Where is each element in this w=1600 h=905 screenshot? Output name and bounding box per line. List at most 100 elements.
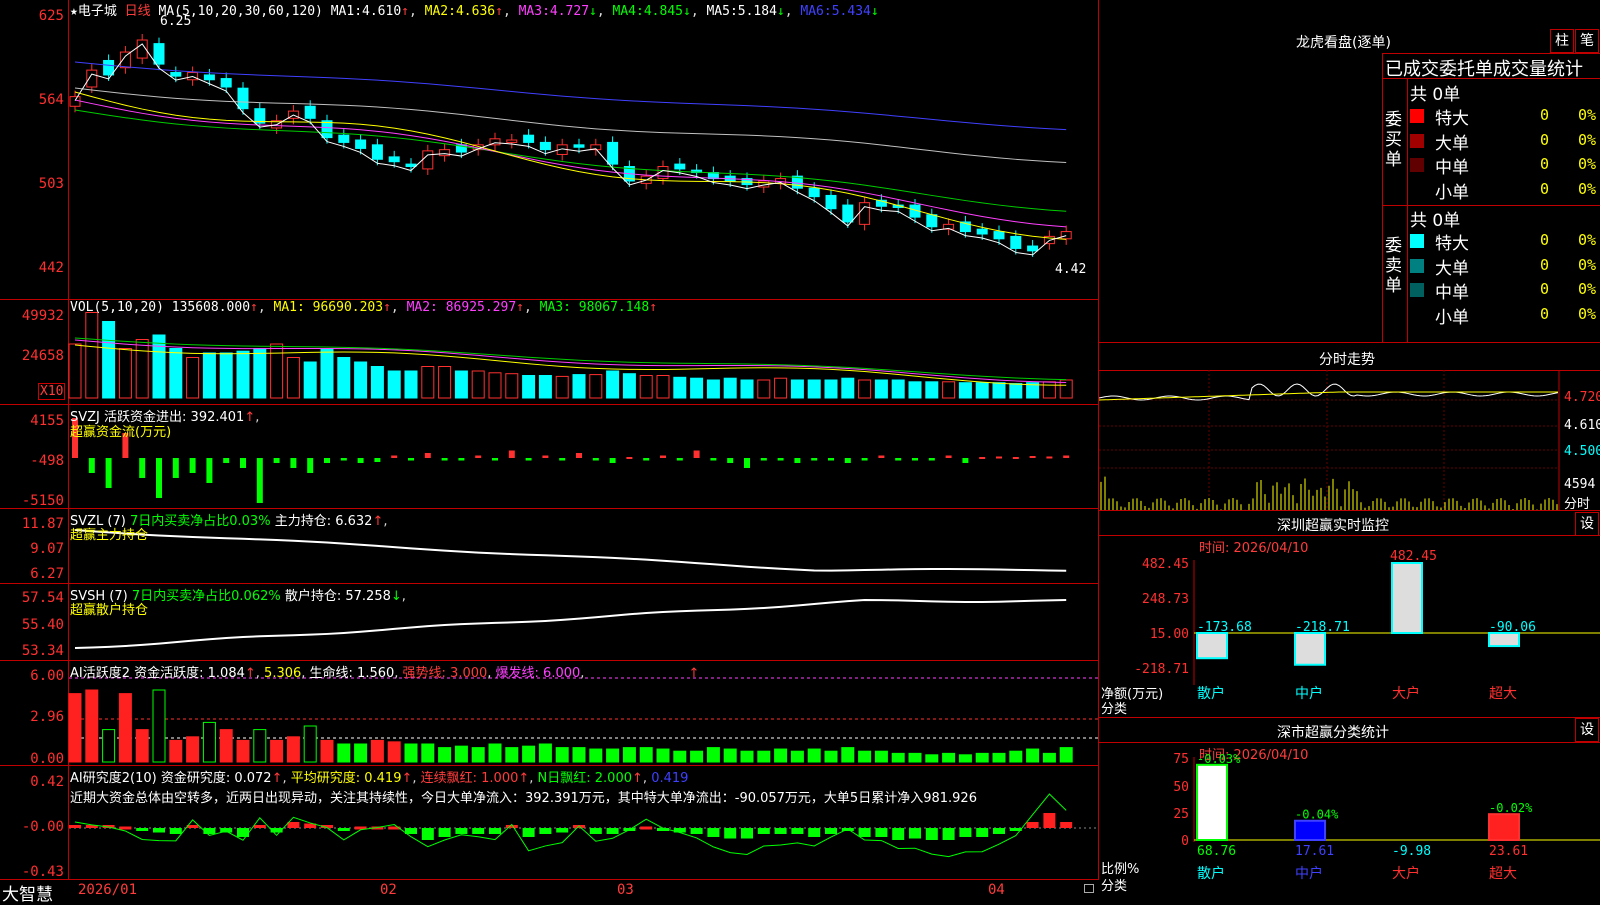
ma6-label: MA6: bbox=[800, 4, 832, 19]
svzj-bar bbox=[744, 458, 750, 468]
high-price-label: 6.25 bbox=[160, 14, 192, 29]
volume-bar bbox=[370, 366, 384, 399]
volume-bar bbox=[723, 377, 737, 399]
ai2-bar bbox=[606, 748, 620, 763]
ma1-arrow: ↑ bbox=[401, 4, 409, 19]
research-bar bbox=[337, 828, 350, 831]
candle-body bbox=[153, 43, 165, 65]
research-extra: 0.419 bbox=[651, 771, 689, 786]
classify-chart[interactable]: 75 50 25 0 -0.03% 68.76 散户 -0.04% 17.61 中户 -9.98 大户… bbox=[1099, 742, 1600, 900]
svzj-bar bbox=[508, 450, 515, 458]
candle-body bbox=[69, 96, 81, 107]
svzj-bar bbox=[105, 458, 112, 488]
monitor-bar bbox=[1391, 562, 1423, 634]
intraday-chart[interactable] bbox=[1099, 370, 1600, 510]
ai2-bar bbox=[522, 745, 536, 763]
ai2-bar bbox=[202, 721, 216, 763]
ai2-bar bbox=[102, 729, 116, 763]
ai2-bar bbox=[639, 747, 653, 763]
ai2-strong: 强势线: 3.000 bbox=[402, 666, 488, 681]
chart-area[interactable]: ★电子城 日线 MA(5,10,20,30,60,120) MA1:4.610↑… bbox=[0, 0, 1100, 905]
volume-bar bbox=[186, 357, 200, 399]
monitor-bar-value: -173.68 bbox=[1197, 620, 1252, 635]
row-count: 0 bbox=[1540, 179, 1550, 198]
ma5-arrow: ↓ bbox=[776, 4, 785, 19]
svzj-sub: 超赢资金流(万元) bbox=[70, 425, 172, 440]
candle-body bbox=[976, 228, 988, 235]
svzj-bar bbox=[710, 458, 717, 461]
kline-chart[interactable] bbox=[0, 0, 1099, 880]
candle-body bbox=[103, 59, 115, 76]
svzj-bar bbox=[693, 450, 700, 458]
row-name: 中单 bbox=[1435, 283, 1469, 303]
classify-bar bbox=[1294, 819, 1326, 841]
research-bar bbox=[472, 828, 485, 834]
svzj-bar bbox=[576, 453, 582, 458]
candle-body bbox=[355, 139, 367, 149]
monitor-settings-button[interactable]: 设 bbox=[1575, 512, 1599, 536]
ai2-bar bbox=[1059, 747, 1073, 763]
svzj-bar bbox=[223, 458, 230, 463]
color-swatch bbox=[1410, 109, 1424, 123]
candle-body bbox=[371, 144, 383, 160]
research-value: 资金研究度: 0.072 bbox=[160, 771, 272, 786]
monitor-ytick: 482.45 bbox=[1142, 557, 1189, 572]
research-bar bbox=[1026, 822, 1039, 828]
research-bar bbox=[774, 828, 787, 834]
ai2-lifeline: 生命线: 1.560 bbox=[309, 666, 395, 681]
ai2-bar bbox=[774, 748, 788, 763]
buy-row: 特大 0 0% bbox=[1410, 104, 1600, 129]
sell-row: 大单 0 0% bbox=[1410, 254, 1600, 279]
ai2-bar bbox=[152, 689, 166, 763]
svzj-bar bbox=[727, 458, 734, 463]
ai2-bar bbox=[975, 752, 989, 763]
row-pct: 0% bbox=[1578, 130, 1597, 149]
candle-body bbox=[808, 187, 820, 198]
row-count: 0 bbox=[1540, 155, 1550, 173]
ai2-bar bbox=[807, 748, 821, 763]
svzj-bar bbox=[206, 458, 213, 483]
volume-bar bbox=[320, 348, 334, 399]
research-bar bbox=[455, 828, 468, 834]
svzj-bar bbox=[878, 455, 885, 458]
monitor-chart[interactable]: 482.45 248.73 15.00 -218.71 -173.68 散户 -218.71… bbox=[1099, 535, 1600, 717]
ma2-value: 4.636 bbox=[455, 4, 496, 19]
ma1-value: 4.610 bbox=[362, 4, 402, 19]
period-label[interactable]: 日线 bbox=[125, 4, 151, 19]
volume-bar bbox=[975, 382, 989, 399]
svzj-ytick: 4155 bbox=[30, 413, 64, 429]
ai2-bar bbox=[421, 743, 435, 763]
ai2-bar bbox=[404, 743, 418, 763]
row-count: 0 bbox=[1540, 130, 1550, 149]
volume-bar bbox=[438, 366, 452, 399]
svsh-ytick: 53.34 bbox=[21, 643, 64, 659]
brand-logo: 大智慧 bbox=[2, 885, 53, 905]
svzj-bar bbox=[1012, 457, 1019, 459]
research-header: AI研究度2(10) 资金研究度: 0.072↑, 平均研究度: 0.419↑,… bbox=[70, 771, 689, 786]
volume-bar bbox=[639, 375, 653, 399]
vol-value: 135608.000 bbox=[171, 300, 251, 315]
svzl-sub: 超赢主力持仓 bbox=[70, 528, 149, 543]
ma6-value: 5.434 bbox=[831, 4, 871, 19]
vol-ma2: MA2: 86925.297 bbox=[406, 300, 517, 315]
volume-bar bbox=[774, 377, 788, 399]
monitor-bar-value: 482.45 bbox=[1390, 549, 1437, 564]
ai2-bar bbox=[454, 745, 468, 763]
research-bar bbox=[237, 828, 249, 837]
ai2-bar bbox=[874, 750, 888, 763]
ma2-label: MA2: bbox=[424, 4, 456, 19]
monitor-bar-value: -218.71 bbox=[1295, 620, 1350, 635]
tick-mode-button[interactable]: 笔 bbox=[1575, 29, 1599, 53]
classify-category: 散户 bbox=[1197, 865, 1225, 882]
research-bar bbox=[858, 828, 871, 837]
research-bar bbox=[825, 828, 837, 834]
row-name: 特大 bbox=[1435, 234, 1469, 254]
ai2-bar bbox=[438, 747, 452, 763]
bar-mode-button[interactable]: 柱 bbox=[1550, 29, 1574, 53]
classify-settings-button[interactable]: 设 bbox=[1575, 718, 1599, 742]
ai2-bar bbox=[169, 739, 183, 763]
lock-icon[interactable] bbox=[1084, 884, 1094, 893]
research-bar bbox=[875, 828, 888, 837]
volume-bar bbox=[118, 348, 132, 399]
research-bar bbox=[287, 822, 300, 828]
